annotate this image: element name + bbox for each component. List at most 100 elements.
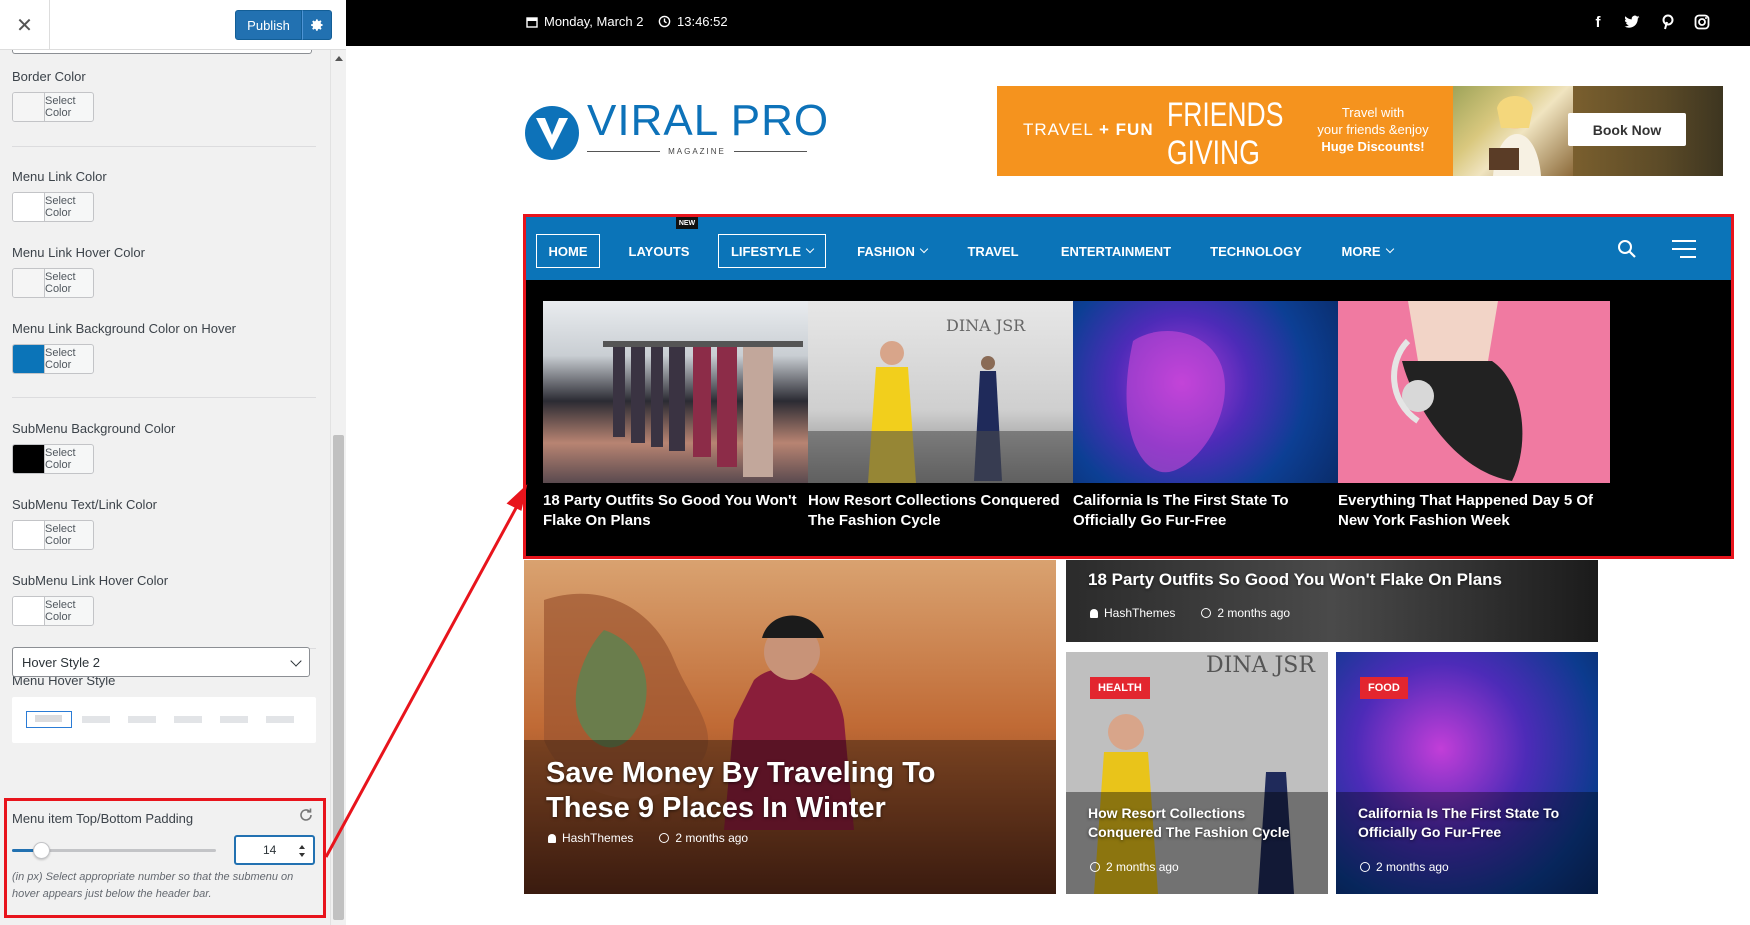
logo-tagline: MAGAZINE [587, 147, 807, 156]
menu-link-color-picker[interactable]: Select Color [12, 192, 94, 222]
mega-menu-title[interactable]: How Resort Collections Conquered The Fas… [808, 491, 1080, 531]
featured-bottom-right-meta: 2 months ago [1360, 860, 1449, 874]
nav-home[interactable]: HOME [536, 234, 600, 268]
nav-layouts[interactable]: LAYOUTS [626, 234, 692, 268]
menu-preview-bar [220, 716, 248, 723]
nav-travel[interactable]: TRAVEL [962, 234, 1024, 268]
nav-technology[interactable]: TECHNOLOGY [1206, 234, 1306, 268]
twitter-icon[interactable] [1623, 13, 1641, 31]
nav-lifestyle[interactable]: LIFESTYLE [718, 234, 826, 268]
book-now-button[interactable]: Book Now [1568, 113, 1686, 146]
padding-value: 14 [263, 843, 277, 857]
svg-text:DINA JSR: DINA JSR [1206, 653, 1316, 678]
nav-entertainment[interactable]: ENTERTAINMENT [1056, 234, 1176, 268]
search-icon[interactable] [1617, 239, 1637, 259]
hamburger-menu-icon[interactable] [1671, 239, 1697, 259]
featured-bottom-right-title[interactable]: California Is The First State To Officia… [1358, 804, 1588, 842]
mega-menu-title[interactable]: California Is The First State To Officia… [1073, 491, 1345, 531]
new-badge: NEW [676, 217, 698, 229]
ad-travel-text: TRAVEL + FUN [1023, 120, 1154, 139]
site-logo[interactable]: VIRAL PRO MAGAZINE [523, 98, 828, 166]
padding-number-input[interactable]: 14 [234, 835, 315, 865]
clock-icon [1360, 862, 1370, 872]
select-color-label: Select Color [45, 95, 76, 119]
selected-option: Hover Style 2 [22, 654, 101, 670]
top-bar: Monday, March 2 13:46:52 f [346, 0, 1750, 46]
featured-top-right-title[interactable]: 18 Party Outfits So Good You Won't Flake… [1088, 570, 1502, 590]
mega-menu-title[interactable]: Everything That Happened Day 5 Of New Yo… [1338, 491, 1610, 531]
ad-photo [1453, 86, 1573, 176]
mega-menu-card[interactable]: 18 Party Outfits So Good You Won't Flake… [543, 301, 815, 531]
publish-button[interactable]: Publish [235, 10, 302, 40]
chevron-down-icon [290, 655, 302, 667]
nav-fashion[interactable]: FASHION [852, 234, 932, 268]
date-display: Monday, March 2 [526, 14, 643, 29]
select-color-label: Select Color [45, 347, 76, 371]
panel-scrollbar[interactable] [330, 50, 346, 925]
menu-link-color-label: Menu Link Color [12, 169, 107, 184]
close-icon: ✕ [16, 14, 33, 37]
submenu-link-hover-picker[interactable]: Select Color [12, 596, 94, 626]
select-color-label: Select Color [45, 195, 76, 219]
reset-icon[interactable] [298, 807, 314, 823]
submenu-bg-color-picker[interactable]: Select Color [12, 444, 94, 474]
featured-bottom-left-tile[interactable]: DINA JSR HEALTH How Resort Collections C… [1066, 652, 1328, 894]
clock-icon [1090, 862, 1100, 872]
date-text: Monday, March 2 [544, 14, 644, 29]
active-menu-preview [26, 711, 72, 728]
site-preview: Monday, March 2 13:46:52 f VIRAL PRO MAG… [346, 0, 1750, 925]
menu-link-hover-color-label: Menu Link Hover Color [12, 245, 145, 260]
menu-preview-bar [174, 716, 202, 723]
featured-top-right-meta: HashThemes 2 months ago [1090, 606, 1290, 620]
featured-main-tile[interactable]: Save Money By Traveling To These 9 Place… [524, 560, 1056, 894]
close-button[interactable]: ✕ [0, 0, 50, 50]
menu-preview-bar [128, 716, 156, 723]
featured-main-title[interactable]: Save Money By Traveling To These 9 Place… [546, 756, 1026, 826]
select-color-label: Select Color [45, 599, 76, 623]
mega-menu-dropdown: 18 Party Outfits So Good You Won't Flake… [526, 280, 1731, 556]
spinner-icon[interactable] [298, 844, 306, 858]
submenu-text-color-picker[interactable]: Select Color [12, 520, 94, 550]
menu-preview-bar [266, 716, 294, 723]
customizer-controls: Border Color Select Color Menu Link Colo… [0, 50, 330, 925]
scroll-up-icon[interactable] [335, 56, 343, 61]
color-swatch [13, 345, 45, 373]
color-swatch [13, 521, 45, 549]
customizer-header: ✕ Publish [0, 0, 346, 50]
submenu-link-hover-label: SubMenu Link Hover Color [12, 573, 169, 588]
calendar-icon [526, 16, 538, 28]
mega-menu-card[interactable]: California Is The First State To Officia… [1073, 301, 1345, 531]
padding-help-text: (in px) Select appropriate number so tha… [12, 871, 294, 900]
featured-top-right-tile[interactable]: 18 Party Outfits So Good You Won't Flake… [1066, 560, 1598, 642]
color-swatch [13, 597, 45, 625]
category-badge[interactable]: FOOD [1360, 677, 1408, 699]
svg-text:DINA JSR: DINA JSR [946, 316, 1026, 335]
mega-menu-card[interactable]: Everything That Happened Day 5 Of New Yo… [1338, 301, 1610, 531]
color-swatch [13, 93, 45, 121]
category-badge[interactable]: HEALTH [1090, 677, 1150, 699]
featured-bottom-left-title[interactable]: How Resort Collections Conquered The Fas… [1088, 804, 1318, 842]
border-color-label: Border Color [12, 69, 86, 84]
submenu-bg-color-label: SubMenu Background Color [12, 421, 176, 436]
chevron-down-icon [805, 244, 815, 254]
menu-link-hover-color-picker[interactable]: Select Color [12, 268, 94, 298]
menu-preview-bar [82, 716, 110, 723]
slider-handle[interactable] [33, 842, 50, 859]
instagram-icon[interactable] [1693, 13, 1711, 31]
facebook-icon[interactable]: f [1589, 13, 1607, 31]
pinterest-icon[interactable] [1659, 13, 1677, 31]
border-color-picker[interactable]: Select Color [12, 92, 94, 122]
submenu-text-color-label: SubMenu Text/Link Color [12, 497, 158, 512]
nav-more[interactable]: MORE [1334, 234, 1400, 268]
menu-link-bg-hover-picker[interactable]: Select Color [12, 344, 94, 374]
clock-icon [1201, 608, 1212, 618]
publish-settings-button[interactable] [302, 10, 332, 40]
scrollbar-thumb[interactable] [333, 435, 344, 920]
menu-link-bg-hover-label: Menu Link Background Color on Hover [12, 321, 237, 336]
menu-hover-style-select[interactable]: Hover Style 2 [12, 647, 310, 677]
featured-bottom-right-tile[interactable]: FOOD California Is The First State To Of… [1336, 652, 1598, 894]
ad-banner[interactable]: TRAVEL + FUN FRIENDS GIVING Travel with … [997, 86, 1723, 176]
padding-slider[interactable] [12, 842, 216, 859]
mega-menu-card[interactable]: DINA JSR How Resort Collections Conquere… [808, 301, 1080, 531]
mega-menu-title[interactable]: 18 Party Outfits So Good You Won't Flake… [543, 491, 815, 531]
